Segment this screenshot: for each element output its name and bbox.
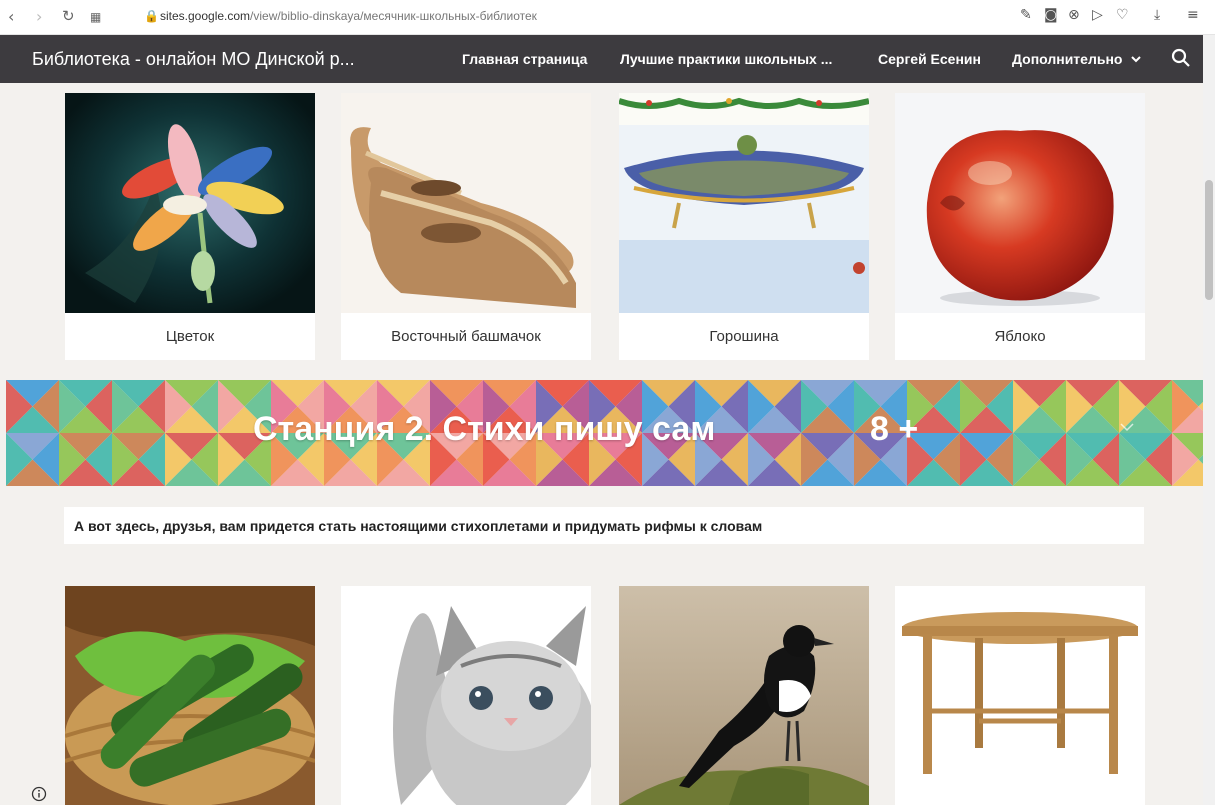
download-icon[interactable]: ⤓ <box>1154 7 1160 23</box>
address-bar[interactable]: sites.google.com/view/biblio-dinskaya/ме… <box>160 9 537 23</box>
table-image <box>895 586 1145 805</box>
gallery-card-slipper[interactable]: Восточный башмачок <box>341 93 591 360</box>
gallery-caption: Горошина <box>709 328 779 345</box>
banner-age: 8 + <box>870 410 919 448</box>
gallery-card-flower[interactable]: Цветок <box>65 93 315 360</box>
intro-text: А вот здесь, друзья, вам придется стать … <box>74 518 763 534</box>
gallery-caption: Цветок <box>165 328 215 345</box>
edit-page-icon[interactable]: ✎ <box>1020 7 1032 23</box>
send-icon[interactable]: ▷ <box>1092 7 1103 23</box>
url-domain: sites.google.com <box>160 9 251 23</box>
section-banner: Станция 2. Стихи пишу сам 8 + <box>6 380 1203 486</box>
reload-icon[interactable]: ↻ <box>62 7 75 25</box>
pea-cushion-image <box>619 93 869 313</box>
camera-icon[interactable]: ◙ <box>1044 7 1058 23</box>
nav-more[interactable]: Дополнительно <box>1012 51 1142 67</box>
block-icon[interactable]: ⊗ <box>1068 7 1080 23</box>
tabs-grid-icon[interactable]: ▦ <box>90 10 101 24</box>
nav-home[interactable]: Главная страница <box>462 51 587 67</box>
search-icon[interactable] <box>1170 47 1192 69</box>
nav-esenin[interactable]: Сергей Есенин <box>878 51 981 67</box>
gallery-card-table[interactable] <box>895 586 1145 805</box>
gallery-caption: Яблоко <box>994 328 1046 345</box>
magpie-image <box>619 586 869 805</box>
url-path: /view/biblio-dinskaya/месячник-школьных-… <box>250 9 537 23</box>
apple-image <box>895 93 1145 313</box>
menu-icon[interactable]: ≡ <box>1187 7 1199 23</box>
slipper-image <box>341 93 591 313</box>
chevron-down-icon <box>1131 56 1142 63</box>
browser-toolbar: ‹ › ↻ ▦ 🔒 sites.google.com/view/biblio-d… <box>0 0 1215 35</box>
forward-icon[interactable]: › <box>36 7 42 26</box>
heart-icon[interactable]: ♡ <box>1116 7 1129 23</box>
gallery-card-pea[interactable]: Горошина <box>619 93 869 360</box>
scroll-thumb[interactable] <box>1205 180 1213 300</box>
info-icon[interactable] <box>31 786 47 802</box>
kitten-image <box>341 586 591 805</box>
gallery-card-cucumbers[interactable] <box>65 586 315 805</box>
banner-title: Станция 2. Стихи пишу сам <box>253 410 716 448</box>
nav-more-label: Дополнительно <box>1012 51 1123 67</box>
site-title[interactable]: Библиотека - онлайон МО Динской р... <box>32 49 355 70</box>
lock-icon: 🔒 <box>144 9 159 23</box>
gallery-card-kitten[interactable] <box>341 586 591 805</box>
nav-best-practices[interactable]: Лучшие практики школьных ... <box>620 51 832 67</box>
gallery-caption: Восточный башмачок <box>391 328 541 345</box>
chevron-down-icon[interactable] <box>1118 418 1136 436</box>
site-header: Библиотека - онлайон МО Динской р... Гла… <box>0 35 1203 83</box>
flower-image <box>65 93 315 313</box>
gallery-card-apple[interactable]: Яблоко <box>895 93 1145 360</box>
intro-text-box: А вот здесь, друзья, вам придется стать … <box>64 507 1144 544</box>
cucumbers-image <box>65 586 315 805</box>
gallery-card-magpie[interactable] <box>619 586 869 805</box>
back-icon[interactable]: ‹ <box>8 7 14 26</box>
scrollbar[interactable] <box>1203 35 1215 805</box>
